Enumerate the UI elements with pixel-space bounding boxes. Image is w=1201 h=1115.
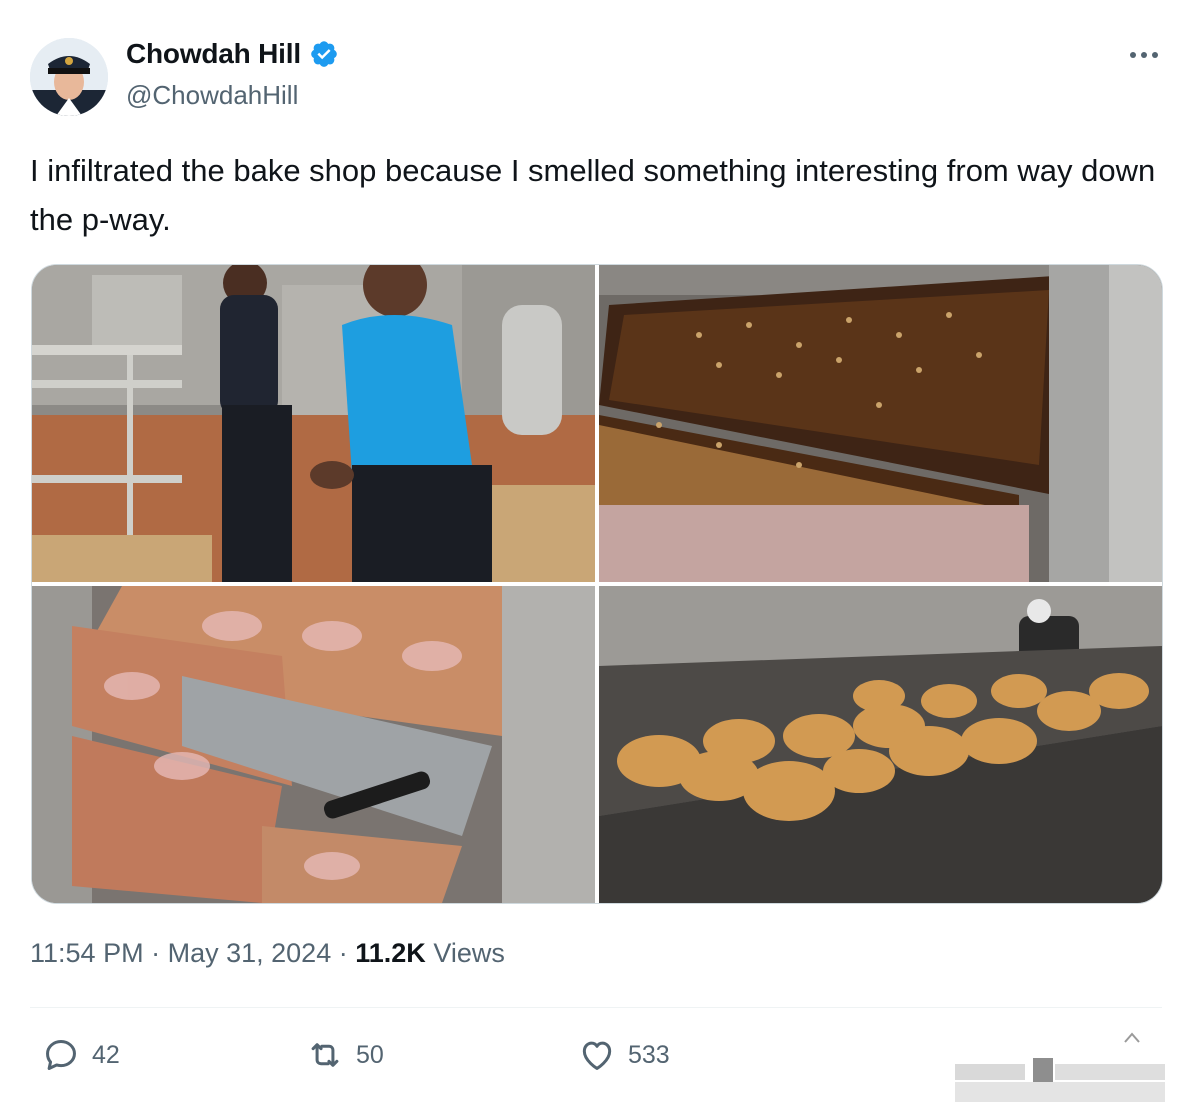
share-icon[interactable] — [1123, 1030, 1141, 1044]
views-count: 11.2K — [355, 938, 426, 968]
like-count: 533 — [628, 1040, 670, 1069]
like-button[interactable]: 533 — [578, 1036, 670, 1074]
blurred-control — [955, 1064, 1025, 1080]
tweet-text: I infiltrated the bake shop because I sm… — [30, 153, 1156, 237]
reply-icon — [46, 1040, 76, 1070]
heart-icon — [582, 1041, 612, 1070]
more-options-icon[interactable] — [1126, 44, 1162, 64]
tweet-date[interactable]: May 31, 2024 — [168, 938, 332, 968]
views-label: Views — [433, 938, 505, 968]
media-photo-3[interactable] — [32, 586, 595, 903]
retweet-count: 50 — [356, 1040, 384, 1069]
reply-count: 42 — [92, 1040, 120, 1069]
verified-badge-icon[interactable] — [309, 39, 339, 69]
media-photo-2[interactable] — [599, 265, 1162, 582]
reply-button[interactable]: 42 — [42, 1036, 120, 1074]
tweet-meta: 11:54 PM · May 31, 2024 · 11.2K Views — [30, 938, 505, 969]
bookmark-share-area[interactable] — [955, 1046, 1180, 1104]
retweet-icon — [311, 1043, 339, 1067]
blurred-control — [955, 1082, 1165, 1102]
avatar-image — [30, 38, 108, 116]
meta-separator-1: · — [151, 938, 161, 968]
tweet-card: Chowdah Hill @ChowdahHill I infiltrated … — [0, 0, 1201, 1115]
media-photo-4[interactable] — [599, 586, 1162, 903]
divider — [30, 1007, 1162, 1008]
avatar[interactable] — [30, 38, 108, 116]
media-grid — [31, 264, 1163, 904]
blurred-control — [1055, 1064, 1165, 1080]
retweet-button[interactable]: 50 — [306, 1036, 384, 1074]
user-handle[interactable]: @ChowdahHill — [126, 80, 298, 111]
display-name[interactable]: Chowdah Hill — [126, 38, 301, 70]
media-photo-1[interactable] — [32, 265, 595, 582]
author-name-row[interactable]: Chowdah Hill — [126, 38, 339, 70]
tweet-time[interactable]: 11:54 PM — [30, 938, 144, 968]
meta-separator-2: · — [338, 938, 348, 968]
